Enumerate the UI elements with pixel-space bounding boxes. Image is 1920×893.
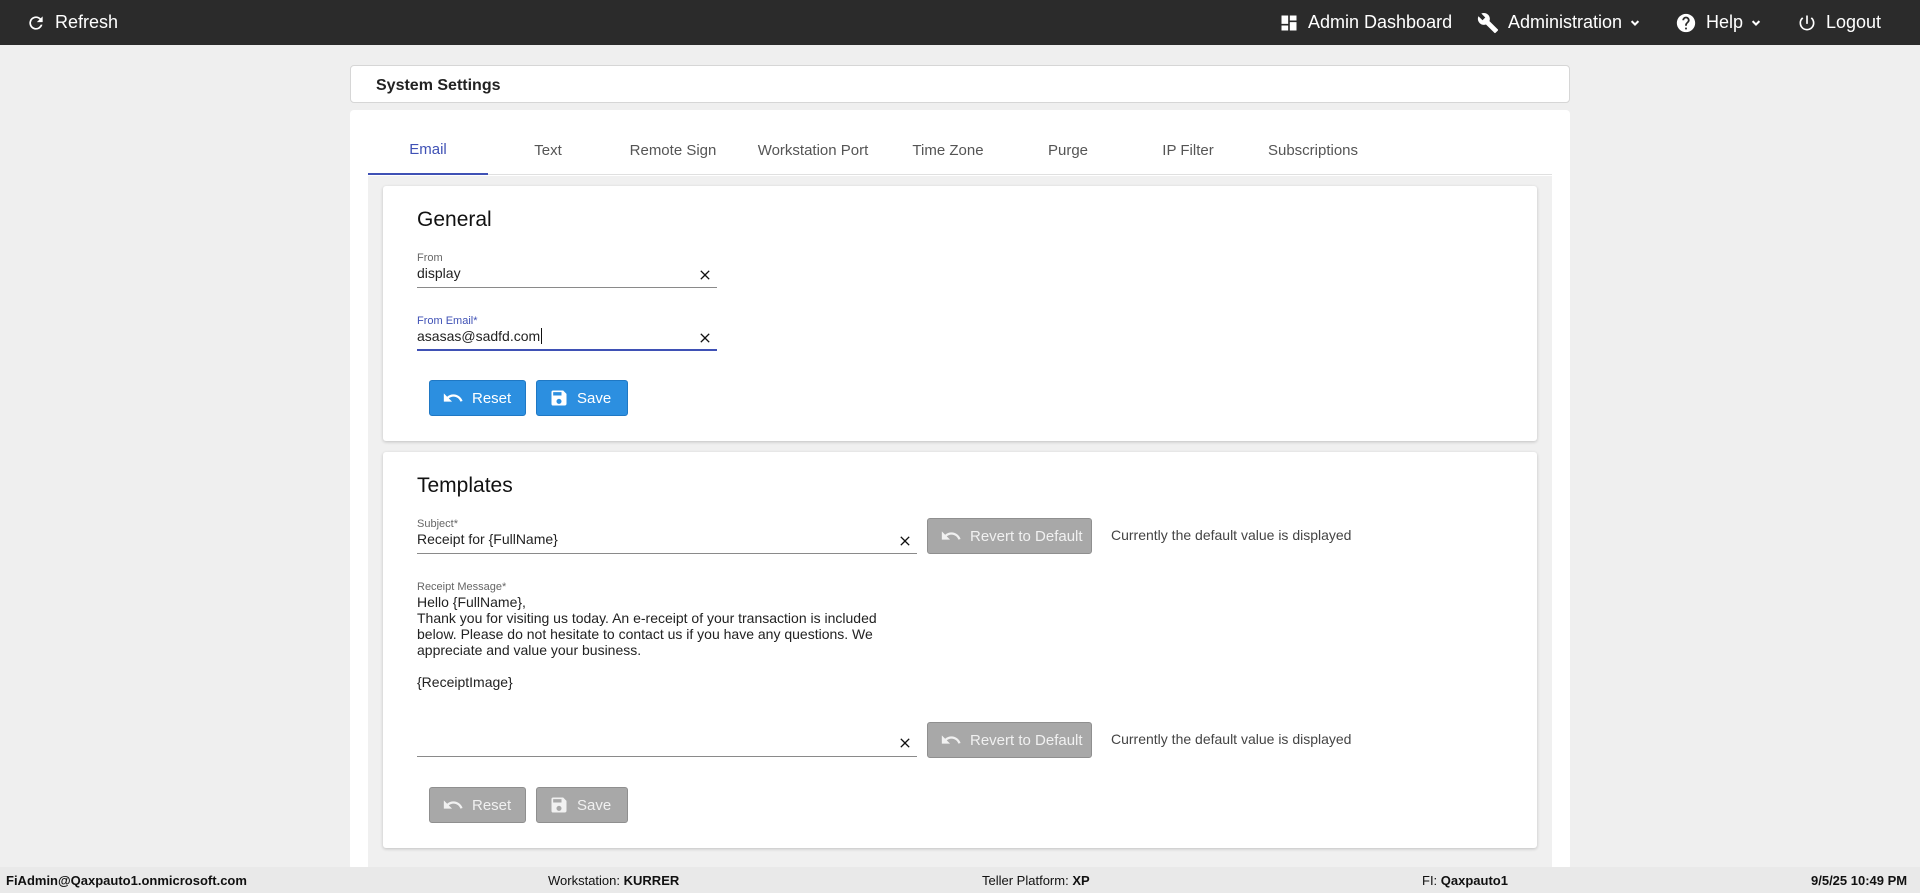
- from-field-label: From: [417, 252, 443, 264]
- message-line: appreciate and value your business.: [417, 642, 642, 658]
- required-mark: *: [473, 315, 478, 327]
- clear-icon[interactable]: [897, 533, 913, 549]
- tab-subscriptions[interactable]: Subscriptions: [1248, 125, 1378, 175]
- from-email-field[interactable]: From Email* asasas@sadfd.com: [417, 315, 717, 351]
- subject-input[interactable]: Receipt for {FullName}: [417, 531, 558, 547]
- footer-user: FiAdmin@Qaxpauto1.onmicrosoft.com: [6, 873, 247, 888]
- general-save-label: Save: [577, 389, 612, 407]
- tab-time-zone[interactable]: Time Zone: [888, 125, 1008, 175]
- clear-icon[interactable]: [897, 735, 913, 751]
- subject-default-note: Currently the default value is displayed: [1111, 527, 1352, 543]
- wrench-icon: [1477, 12, 1499, 34]
- tab-remote-sign[interactable]: Remote Sign: [608, 125, 738, 175]
- workstation-value: KURRER: [623, 873, 680, 888]
- subject-label-text: Subject: [417, 518, 454, 530]
- receipt-message-field-bottom[interactable]: [417, 722, 917, 758]
- required-mark: *: [453, 518, 458, 530]
- status-footer: FiAdmin@Qaxpauto1.onmicrosoft.com Workst…: [0, 867, 1920, 893]
- help-icon: [1675, 12, 1697, 34]
- message-line: Hello {FullName},: [417, 594, 526, 610]
- subject-field-underline: [417, 553, 917, 554]
- subject-field[interactable]: Subject* Receipt for {FullName}: [417, 518, 917, 554]
- teller-label: Teller Platform:: [982, 873, 1069, 888]
- tab-ip-filter[interactable]: IP Filter: [1128, 125, 1248, 175]
- logout-button[interactable]: Logout: [1797, 0, 1881, 45]
- dashboard-icon: [1279, 13, 1299, 33]
- fi-label: FI:: [1422, 873, 1438, 888]
- message-line: Thank you for visiting us today. An e-re…: [417, 610, 877, 626]
- message-default-note: Currently the default value is displayed: [1111, 731, 1352, 747]
- templates-section-title: Templates: [417, 474, 513, 497]
- page-header-card: System Settings: [350, 65, 1570, 103]
- from-email-label-text: From Email: [417, 315, 474, 327]
- power-icon: [1797, 13, 1817, 33]
- subject-revert-label: Revert to Default: [970, 527, 1083, 545]
- logout-label: Logout: [1826, 12, 1882, 32]
- undo-icon: [442, 387, 464, 409]
- templates-reset-label: Reset: [472, 796, 512, 814]
- tab-purge[interactable]: Purge: [1008, 125, 1128, 175]
- from-field-underline: [417, 287, 717, 288]
- fi-value: Qaxpauto1: [1440, 873, 1508, 888]
- help-label: Help: [1706, 12, 1744, 32]
- help-menu[interactable]: Help: [1675, 0, 1763, 45]
- receipt-message-label: Receipt Message*: [417, 581, 506, 593]
- from-input[interactable]: display: [417, 265, 461, 281]
- footer-datetime: 9/5/25 10:49 PM: [1811, 873, 1908, 888]
- message-revert-button[interactable]: Revert to Default: [927, 722, 1092, 758]
- general-save-button[interactable]: Save: [536, 380, 628, 416]
- from-email-value: asasas@sadfd.com: [417, 328, 541, 344]
- administration-menu[interactable]: Administration: [1477, 0, 1642, 45]
- tab-text[interactable]: Text: [488, 125, 608, 175]
- text-cursor: [541, 328, 543, 344]
- message-line: {ReceiptImage}: [417, 674, 513, 690]
- general-reset-button[interactable]: Reset: [429, 380, 526, 416]
- refresh-label: Refresh: [55, 12, 119, 32]
- clear-icon[interactable]: [697, 330, 713, 346]
- from-email-field-label: From Email*: [417, 315, 478, 327]
- general-reset-label: Reset: [472, 389, 512, 407]
- refresh-button[interactable]: Refresh: [26, 0, 118, 45]
- refresh-icon: [26, 13, 46, 33]
- from-email-field-underline: [417, 349, 717, 351]
- footer-workstation: Workstation: KURRER: [548, 873, 679, 888]
- admin-dashboard-label: Admin Dashboard: [1308, 12, 1453, 32]
- top-navigation-bar: Refresh Admin Dashboard Administration H…: [0, 0, 1920, 45]
- clear-icon[interactable]: [697, 267, 713, 283]
- tab-workstation-port[interactable]: Workstation Port: [738, 125, 888, 175]
- receipt-message-label-text: Receipt Message: [417, 581, 502, 593]
- chevron-down-icon: [1628, 16, 1642, 30]
- administration-label: Administration: [1508, 12, 1623, 32]
- save-icon: [549, 388, 569, 408]
- tab-email[interactable]: Email: [368, 125, 488, 175]
- receipt-message-textarea[interactable]: Hello {FullName}, Thank you for visiting…: [417, 594, 887, 690]
- templates-reset-button[interactable]: Reset: [429, 787, 526, 823]
- from-email-input[interactable]: asasas@sadfd.com: [417, 328, 543, 344]
- required-mark: *: [502, 581, 507, 593]
- footer-fi: FI: Qaxpauto1: [1422, 873, 1508, 888]
- message-revert-label: Revert to Default: [970, 731, 1083, 749]
- page-title: System Settings: [376, 77, 501, 94]
- undo-icon: [940, 525, 962, 547]
- subject-revert-button[interactable]: Revert to Default: [927, 518, 1092, 554]
- save-icon: [549, 795, 569, 815]
- teller-value: XP: [1072, 873, 1090, 888]
- admin-dashboard-link[interactable]: Admin Dashboard: [1279, 0, 1452, 45]
- receipt-message-underline: [417, 756, 917, 757]
- subject-field-label: Subject*: [417, 518, 458, 530]
- undo-icon: [442, 794, 464, 816]
- templates-save-button[interactable]: Save: [536, 787, 628, 823]
- general-section-title: General: [417, 208, 492, 231]
- chevron-down-icon: [1749, 16, 1763, 30]
- message-line: below. Please do not hesitate to contact…: [417, 626, 873, 642]
- undo-icon: [940, 729, 962, 751]
- message-blank-line: [417, 658, 887, 674]
- from-field[interactable]: From display: [417, 252, 717, 288]
- templates-save-label: Save: [577, 796, 612, 814]
- footer-teller-platform: Teller Platform: XP: [982, 873, 1090, 888]
- workstation-label: Workstation:: [548, 873, 621, 888]
- settings-tabs: Email Text Remote Sign Workstation Port …: [368, 125, 1552, 175]
